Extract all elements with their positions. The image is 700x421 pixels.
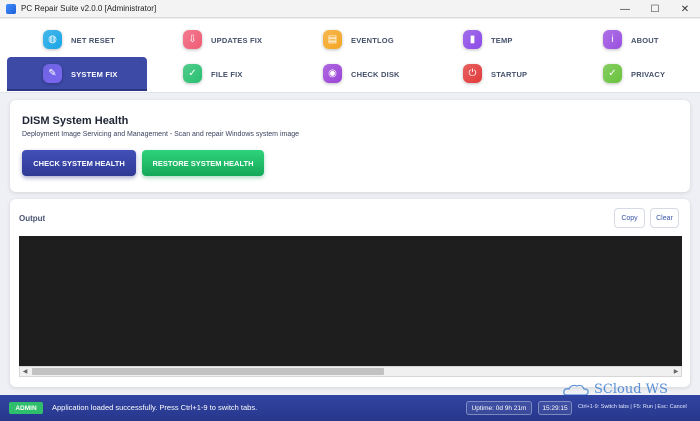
output-title: Output [19,214,46,223]
horizontal-scrollbar[interactable]: ◀ ▶ [19,366,682,377]
document-icon: ▤ [323,30,342,49]
shortcut-hints: Ctrl+1-9: Switch tabs | F5: Run | Esc: C… [578,404,687,410]
power-icon: ⏻ [463,64,482,83]
download-icon: ⇩ [183,30,202,49]
tab-label: EVENTLOG [351,36,394,45]
restore-system-health-button[interactable]: RESTORE SYSTEM HEALTH [142,150,264,176]
tab-label: STARTUP [491,70,528,79]
scroll-right-arrow-icon[interactable]: ▶ [671,367,681,376]
tab-privacy[interactable]: ✓ PRIVACY [567,57,700,91]
check-system-health-button[interactable]: CHECK SYSTEM HEALTH [22,150,136,176]
app-logo-icon [6,3,16,14]
scroll-left-arrow-icon[interactable]: ◀ [20,367,30,376]
window-controls: — ☐ ✕ [610,0,700,18]
status-message: Application loaded successfully. Press C… [52,403,258,412]
disk-icon: ◉ [323,64,342,83]
uptime-indicator: Uptime: 0d 9h 21m [466,401,532,415]
panel-subtitle: Deployment Image Servicing and Managemen… [22,131,300,138]
maximize-button[interactable]: ☐ [640,0,670,18]
tab-label: FILE FIX [211,70,243,79]
tab-label: UPDATES FIX [211,36,263,45]
tab-label: TEMP [491,36,513,45]
tab-bar: ◍ NET RESET ⇩ UPDATES FIX ▤ EVENTLOG ▮ TEMP i ABO… [0,19,700,93]
tab-label: SYSTEM FIX [71,70,118,79]
trash-icon: ▮ [463,30,482,49]
clock-indicator: 15:29:15 [538,401,572,415]
tab-label: ABOUT [631,36,659,45]
panel-title: DISM System Health [22,115,129,127]
tab-label: NET RESET [71,36,115,45]
tab-label: CHECK DISK [351,70,400,79]
window-title: PC Repair Suite v2.0.0 [Administrator] [21,4,157,13]
status-bar: ADMIN Application loaded successfully. P… [0,395,700,421]
tab-about[interactable]: i ABOUT [567,23,700,57]
tab-file-fix[interactable]: ✓ FILE FIX [147,57,287,91]
tab-startup[interactable]: ⏻ STARTUP [427,57,567,91]
info-icon: i [603,30,622,49]
wrench-icon: ✎ [43,64,62,83]
tab-eventlog[interactable]: ▤ EVENTLOG [287,23,427,57]
tab-net-reset[interactable]: ◍ NET RESET [7,23,147,57]
shield-icon: ✓ [603,64,622,83]
file-check-icon: ✓ [183,64,202,83]
output-console[interactable] [19,236,682,366]
copy-button[interactable]: Copy [614,208,645,228]
title-bar: PC Repair Suite v2.0.0 [Administrator] —… [0,0,700,18]
clear-button[interactable]: Clear [650,208,679,228]
tab-label: PRIVACY [631,70,666,79]
tab-temp[interactable]: ▮ TEMP [427,23,567,57]
scrollbar-thumb[interactable] [32,368,384,375]
close-button[interactable]: ✕ [670,0,700,18]
output-panel: Output Copy Clear ◀ ▶ [10,199,690,387]
globe-icon: ◍ [43,30,62,49]
minimize-button[interactable]: — [610,0,640,18]
tab-check-disk[interactable]: ◉ CHECK DISK [287,57,427,91]
tab-system-fix[interactable]: ✎ SYSTEM FIX [7,57,147,91]
admin-badge: ADMIN [9,402,43,414]
dism-panel: DISM System Health Deployment Image Serv… [10,100,690,192]
tab-updates-fix[interactable]: ⇩ UPDATES FIX [147,23,287,57]
